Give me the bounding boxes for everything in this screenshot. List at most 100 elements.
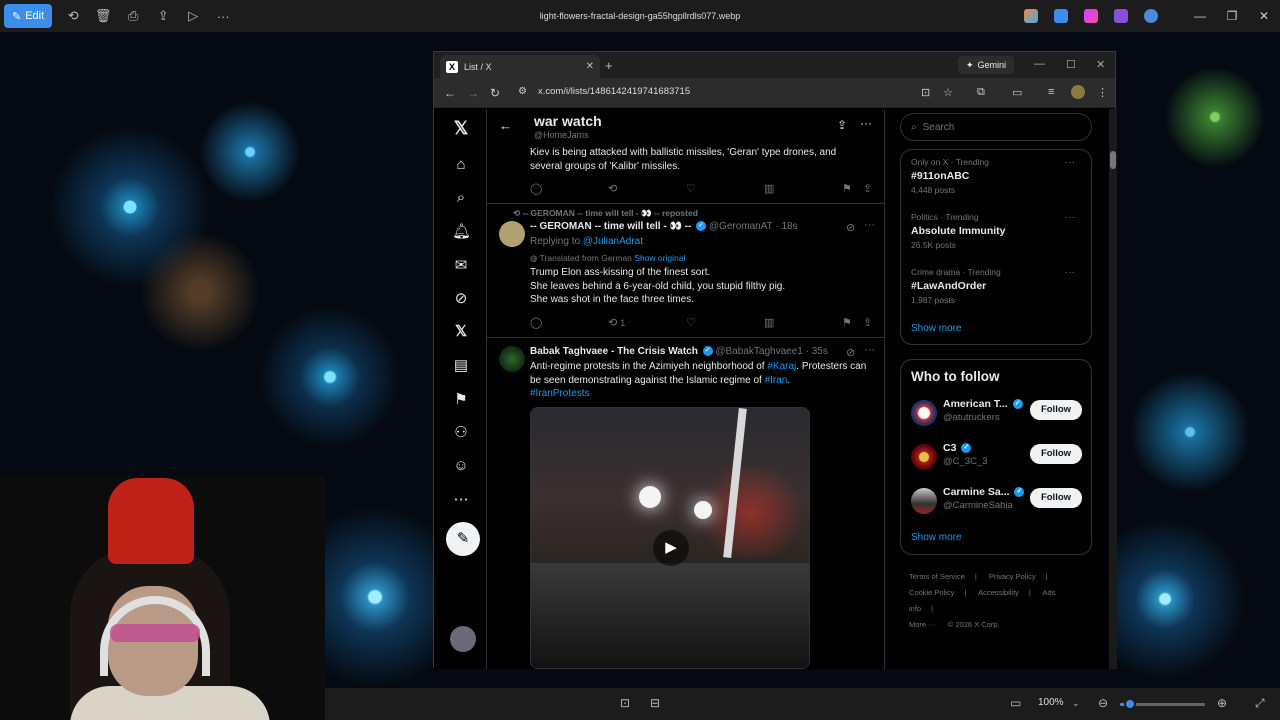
bookmark-icon[interactable]: ⚑	[842, 316, 852, 329]
messages-icon[interactable]: ✉	[452, 257, 470, 275]
reply-icon[interactable]: ◯	[530, 316, 542, 329]
reply-icon[interactable]: ◯	[530, 182, 542, 195]
bookmarks-icon[interactable]: ⚑	[452, 391, 470, 409]
designer-icon[interactable]	[1054, 9, 1068, 23]
suggestion-name[interactable]: American T... ✓	[943, 398, 1023, 410]
gemini-button[interactable]: ✦ Gemini	[958, 56, 1015, 74]
like-icon[interactable]: ♡	[686, 316, 696, 329]
rotate-icon[interactable]: ⟲	[58, 4, 88, 28]
browser-minimize-icon[interactable]: —	[1034, 58, 1045, 70]
views-icon[interactable]: ▥	[764, 316, 774, 329]
show-more-link[interactable]: Show more	[911, 532, 962, 543]
retweet-icon[interactable]: ⟲	[608, 182, 617, 195]
zoom-slider-thumb[interactable]	[1124, 698, 1137, 710]
author-name[interactable]: Babak Taghvaee - The Crisis Watch	[530, 346, 698, 357]
hashtag-link[interactable]: #Karaj	[767, 361, 796, 372]
home-icon[interactable]: ⌂	[452, 156, 470, 174]
suggestion-name[interactable]: C3 ✓	[943, 442, 972, 454]
zoom-dropdown-icon[interactable]: ⌄	[1072, 698, 1080, 709]
zoom-in-icon[interactable]: ⊕	[1217, 696, 1227, 710]
address-bar[interactable]: x.com/i/lists/1486142419741683715	[538, 86, 690, 97]
forward-icon[interactable]: →	[467, 86, 479, 100]
trend-more-icon[interactable]: ···	[1065, 212, 1075, 223]
follow-button[interactable]: Follow	[1030, 400, 1082, 420]
premium-x-icon[interactable]: 𝕏	[452, 323, 470, 341]
trend-item[interactable]: Crime drama · Trending #LawAndOrder 1,98…	[911, 267, 1081, 305]
fit-to-window-icon[interactable]: ▭	[1010, 696, 1021, 710]
communities-icon[interactable]: ⚇	[452, 424, 470, 442]
back-arrow-icon[interactable]: ←	[499, 118, 512, 133]
delete-icon[interactable]: 🗑	[88, 4, 118, 28]
avatar[interactable]	[911, 400, 937, 426]
author-handle[interactable]: @BabakTaghvaee1	[715, 346, 802, 357]
avatar[interactable]	[499, 221, 525, 247]
sidepanel-icon[interactable]: ▭	[1012, 86, 1022, 99]
show-original-link[interactable]: Show original	[634, 253, 685, 263]
tweet-more-icon[interactable]: ···	[864, 344, 875, 356]
suggestion-name[interactable]: Carmine Sa... ✓	[943, 486, 1025, 498]
video-player[interactable]: ▶	[530, 407, 810, 669]
author-handle[interactable]: @GeromanAT	[709, 221, 773, 232]
follow-button[interactable]: Follow	[1030, 444, 1082, 464]
trend-more-icon[interactable]: ···	[1065, 157, 1075, 168]
zoom-level[interactable]: 100%	[1038, 697, 1064, 708]
photos-app-icon[interactable]	[1114, 9, 1128, 23]
author-name[interactable]: -- GEROMAN -- time will tell - 👀 --	[530, 221, 691, 232]
trend-item[interactable]: Only on X · Trending #911onABC 4,448 pos…	[911, 157, 1081, 195]
explore-search-icon[interactable]: ⌕	[452, 189, 470, 207]
cookie-link[interactable]: Cookie Policy	[909, 588, 954, 597]
share-icon[interactable]: ⇪	[148, 4, 178, 28]
copilot-icon[interactable]	[1024, 9, 1038, 23]
tweet-time[interactable]: · 35s	[806, 346, 828, 357]
grok-icon[interactable]: ⊘	[452, 290, 470, 308]
bookmark-star-icon[interactable]: ☆	[943, 86, 953, 99]
minimize-icon[interactable]: —	[1184, 9, 1216, 23]
close-icon[interactable]: ✕	[1248, 9, 1280, 23]
terms-link[interactable]: Terms of Service	[909, 572, 965, 581]
post-button[interactable]: ✎	[446, 522, 480, 556]
extensions-icon[interactable]: ⧉	[977, 86, 985, 99]
browser-close-icon[interactable]: ✕	[1096, 58, 1105, 71]
tab-close-icon[interactable]: ✕	[586, 61, 594, 72]
grok-icon[interactable]: ⊘	[846, 346, 855, 359]
clipchamp-icon[interactable]	[1084, 9, 1098, 23]
avatar[interactable]	[911, 488, 937, 514]
install-app-icon[interactable]: ⊡	[921, 86, 930, 99]
search-input[interactable]: ⌕ Search	[900, 113, 1092, 141]
site-info-icon[interactable]: ⚙	[518, 86, 527, 97]
hashtag-link[interactable]: #IranProtests	[530, 388, 589, 399]
share-icon[interactable]: ⇪	[863, 182, 872, 195]
fullscreen-icon[interactable]: ⤢	[1255, 696, 1265, 711]
back-icon[interactable]: ←	[444, 86, 456, 100]
follow-button[interactable]: Follow	[1030, 488, 1082, 508]
replying-to-handle[interactable]: @JulianAdrat	[583, 236, 643, 247]
suggestion-handle[interactable]: @CarmineSabia	[943, 500, 1013, 511]
browser-maximize-icon[interactable]: ☐	[1066, 58, 1076, 71]
maximize-icon[interactable]: ❐	[1216, 9, 1248, 23]
play-icon[interactable]: ▶	[653, 530, 689, 566]
privacy-link[interactable]: Privacy Policy	[989, 572, 1036, 581]
views-icon[interactable]: ▥	[764, 182, 774, 195]
profile-avatar[interactable]	[1071, 85, 1085, 99]
account-avatar[interactable]	[450, 626, 476, 652]
accessibility-link[interactable]: Accessibility	[978, 588, 1019, 597]
more-circle-icon[interactable]: ⋯	[452, 491, 470, 509]
list-owner-handle[interactable]: @HomeJams	[534, 130, 589, 140]
visual-search-icon[interactable]: ⊡	[620, 696, 630, 710]
retweet-icon[interactable]: ⟲ 1	[608, 316, 625, 329]
suggestion-handle[interactable]: @C_3C_3	[943, 456, 988, 467]
scrollbar-thumb[interactable]	[1110, 151, 1116, 169]
tab-list-x[interactable]: X List / X ✕	[440, 55, 600, 78]
grok-icon[interactable]: ⊘	[846, 221, 855, 234]
bookmark-icon[interactable]: ⚑	[842, 182, 852, 195]
slideshow-icon[interactable]: ▷	[178, 4, 208, 28]
hashtag-link[interactable]: #Iran	[765, 375, 788, 386]
lists-icon[interactable]: ▤	[452, 357, 470, 375]
trend-item[interactable]: Politics · Trending Absolute Immunity 26…	[911, 212, 1081, 250]
share-icon[interactable]: ⇪	[837, 118, 847, 132]
text-extract-icon[interactable]: ⊟	[650, 696, 660, 710]
print-icon[interactable]: ⎙	[118, 4, 148, 28]
more-options-icon[interactable]: ···	[860, 116, 872, 130]
trend-more-icon[interactable]: ···	[1065, 267, 1075, 278]
share-icon[interactable]: ⇪	[863, 316, 872, 329]
